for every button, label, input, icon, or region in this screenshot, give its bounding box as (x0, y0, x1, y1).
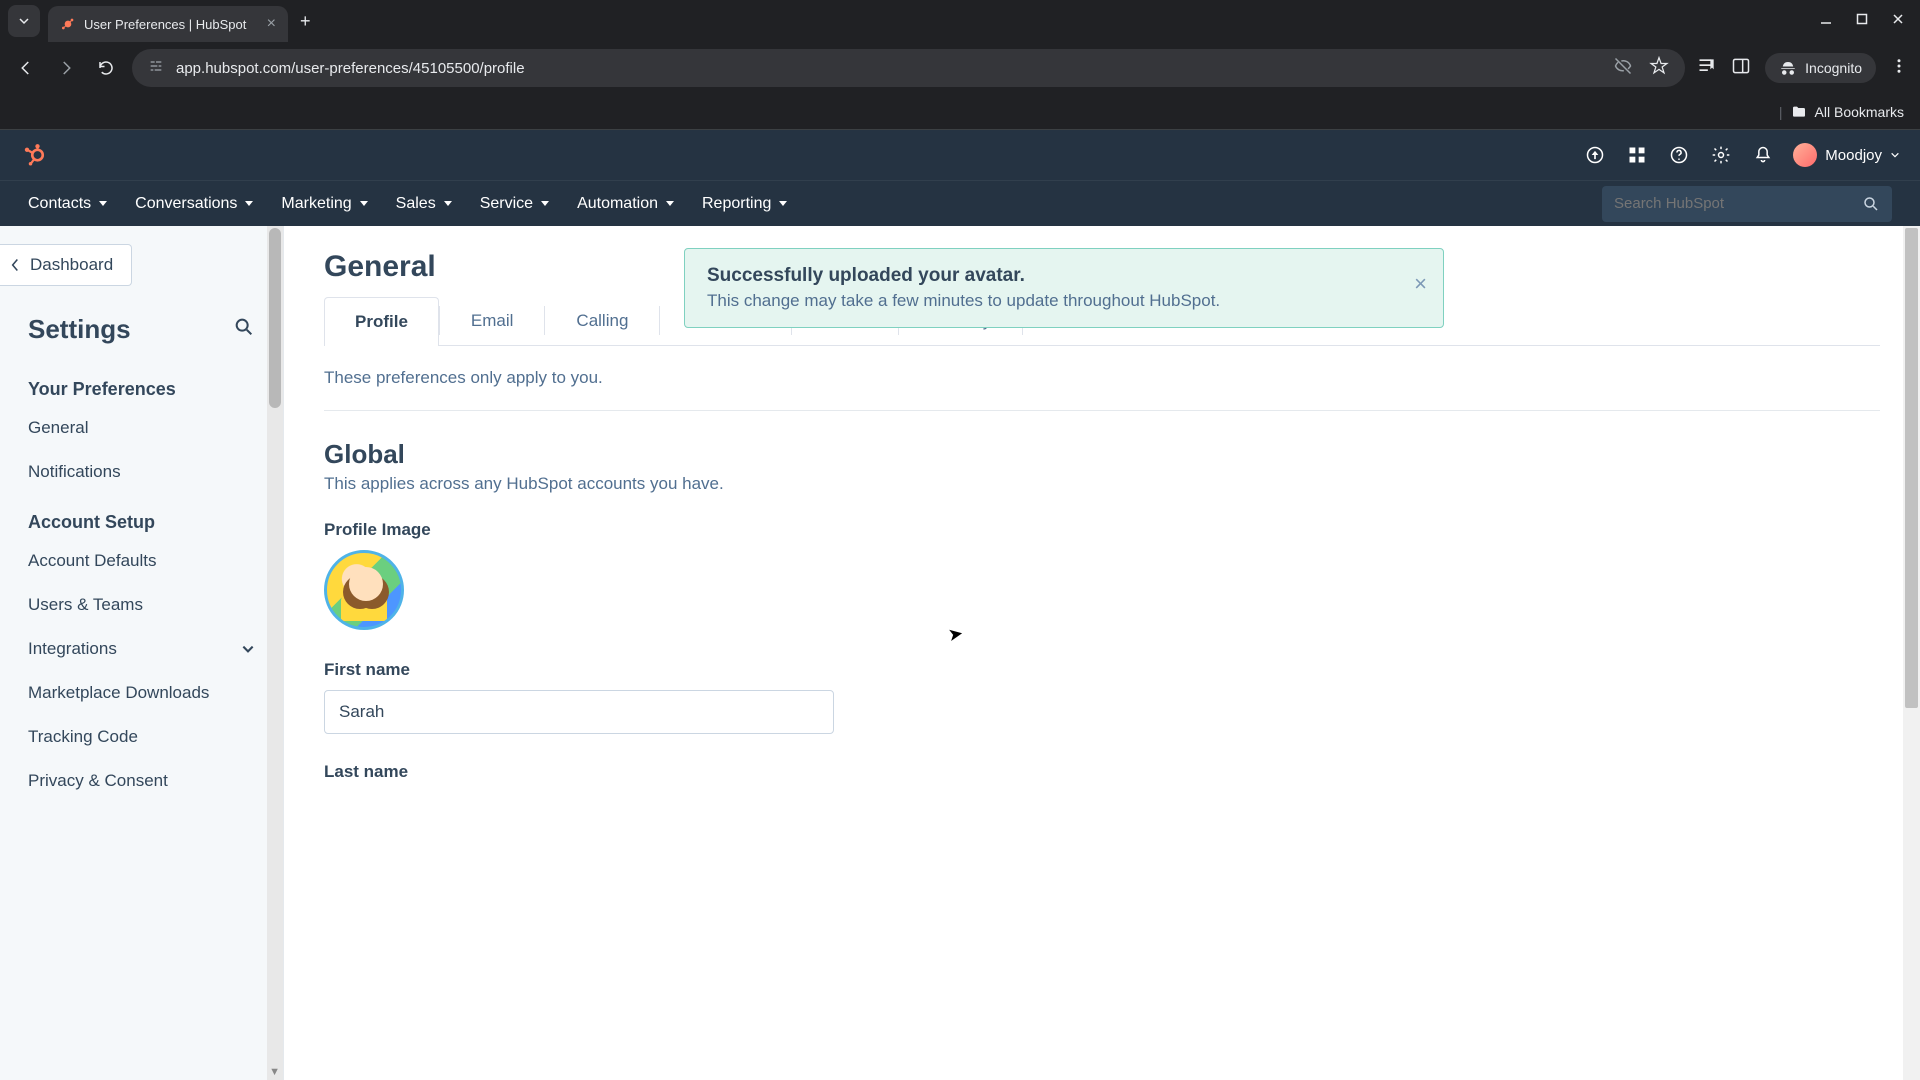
cursor-icon: ➤ (946, 623, 965, 646)
bookmark-star-icon[interactable] (1649, 56, 1669, 80)
hubspot-header: Moodjoy (0, 130, 1920, 180)
sidebar-scrollbar[interactable]: ▼ (267, 226, 283, 1080)
browser-toolbar: app.hubspot.com/user-preferences/4510550… (0, 42, 1920, 94)
sidebar-heading-account: Account Setup (0, 494, 283, 539)
global-subtext: This applies across any HubSpot accounts… (324, 474, 1880, 494)
global-heading: Global (324, 439, 1880, 470)
preferences-subtext: These preferences only apply to you. (324, 368, 1880, 388)
nav-conversations[interactable]: Conversations (135, 195, 253, 213)
upgrade-icon[interactable] (1583, 143, 1607, 167)
nav-reporting[interactable]: Reporting (702, 195, 787, 213)
toast-close-icon[interactable]: × (1414, 271, 1427, 297)
incognito-badge[interactable]: Incognito (1765, 53, 1876, 83)
settings-icon[interactable] (1709, 143, 1733, 167)
search-input[interactable] (1614, 195, 1854, 212)
minimize-button[interactable] (1820, 12, 1832, 30)
toast-body: This change may take a few minutes to up… (707, 291, 1399, 311)
chevron-left-icon (10, 258, 20, 272)
hubspot-body: Dashboard Settings Your Preferences Gene… (0, 226, 1920, 1080)
eye-off-icon[interactable] (1613, 56, 1633, 80)
account-name: Moodjoy (1825, 147, 1882, 164)
back-label: Dashboard (30, 255, 113, 275)
chevron-down-icon (1890, 150, 1900, 160)
all-bookmarks-button[interactable]: All Bookmarks (1815, 104, 1904, 120)
sidebar-item-account-defaults[interactable]: Account Defaults (0, 539, 283, 583)
close-window-button[interactable] (1892, 12, 1904, 30)
account-menu[interactable]: Moodjoy (1793, 143, 1900, 167)
back-to-dashboard[interactable]: Dashboard (0, 244, 132, 286)
divider (324, 410, 1880, 411)
tab-title: User Preferences | HubSpot (84, 17, 246, 32)
tab-profile[interactable]: Profile (324, 297, 439, 346)
side-panel-icon[interactable] (1731, 56, 1751, 81)
main-content: General Successfully uploaded your avata… (284, 226, 1920, 1080)
sidebar-item-tracking-code[interactable]: Tracking Code (0, 715, 283, 759)
sidebar-item-users-teams[interactable]: Users & Teams (0, 583, 283, 627)
hubspot-search[interactable] (1602, 186, 1892, 222)
profile-avatar[interactable] (324, 550, 404, 630)
first-name-label: First name (324, 660, 1880, 680)
reload-button[interactable] (92, 54, 120, 82)
chevron-down-icon (241, 642, 255, 656)
first-name-input[interactable] (324, 690, 834, 734)
sidebar-heading-preferences: Your Preferences (0, 361, 283, 406)
page-scroll-thumb[interactable] (1905, 228, 1918, 708)
tab-close-icon[interactable]: × (267, 15, 276, 33)
scroll-down-arrow-icon[interactable]: ▼ (269, 1066, 280, 1078)
nav-automation[interactable]: Automation (577, 195, 674, 213)
site-settings-icon[interactable] (148, 58, 164, 78)
nav-service[interactable]: Service (480, 195, 549, 213)
hubspot-logo-icon[interactable] (20, 141, 48, 169)
sidebar-item-general[interactable]: General (0, 406, 283, 450)
page-scrollbar[interactable] (1903, 226, 1920, 1080)
profile-image-label: Profile Image (324, 520, 1880, 540)
address-bar[interactable]: app.hubspot.com/user-preferences/4510550… (132, 49, 1685, 87)
nav-sales[interactable]: Sales (396, 195, 452, 213)
browser-tab-strip: User Preferences | HubSpot × + (0, 0, 1920, 42)
new-tab-button[interactable]: + (300, 11, 311, 32)
sidebar-item-privacy-consent[interactable]: Privacy & Consent (0, 759, 283, 803)
notifications-icon[interactable] (1751, 143, 1775, 167)
success-toast: Successfully uploaded your avatar. This … (684, 248, 1444, 328)
hubspot-nav: Contacts Conversations Marketing Sales S… (0, 180, 1920, 226)
toast-title: Successfully uploaded your avatar. (707, 265, 1399, 287)
last-name-label: Last name (324, 762, 1880, 782)
settings-title: Settings (28, 314, 131, 345)
tab-search-button[interactable] (8, 5, 40, 37)
browser-menu-icon[interactable] (1890, 57, 1908, 80)
bookmarks-bar: | All Bookmarks (0, 94, 1920, 130)
sidebar-item-marketplace-downloads[interactable]: Marketplace Downloads (0, 671, 283, 715)
browser-tab[interactable]: User Preferences | HubSpot × (48, 6, 288, 42)
incognito-label: Incognito (1805, 60, 1862, 76)
window-controls (1820, 12, 1912, 30)
maximize-button[interactable] (1856, 12, 1868, 30)
tab-email[interactable]: Email (440, 296, 545, 345)
tab-calling[interactable]: Calling (545, 296, 659, 345)
folder-icon (1791, 104, 1807, 120)
incognito-icon (1779, 59, 1797, 77)
forward-button[interactable] (52, 54, 80, 82)
sidebar-item-notifications[interactable]: Notifications (0, 450, 283, 494)
sidebar-item-integrations[interactable]: Integrations (0, 627, 283, 671)
avatar-small (1793, 143, 1817, 167)
settings-search-icon[interactable] (233, 316, 255, 343)
url-text: app.hubspot.com/user-preferences/4510550… (176, 60, 525, 77)
back-button[interactable] (12, 54, 40, 82)
reading-list-icon[interactable] (1697, 56, 1717, 81)
marketplace-icon[interactable] (1625, 143, 1649, 167)
sidebar: Dashboard Settings Your Preferences Gene… (0, 226, 284, 1080)
help-icon[interactable] (1667, 143, 1691, 167)
hubspot-app: Moodjoy Contacts Conversations Marketing… (0, 130, 1920, 1080)
search-icon (1862, 195, 1880, 213)
sidebar-scroll-thumb[interactable] (269, 228, 281, 408)
nav-marketing[interactable]: Marketing (281, 195, 367, 213)
hubspot-favicon-icon (60, 16, 76, 32)
nav-contacts[interactable]: Contacts (28, 195, 107, 213)
